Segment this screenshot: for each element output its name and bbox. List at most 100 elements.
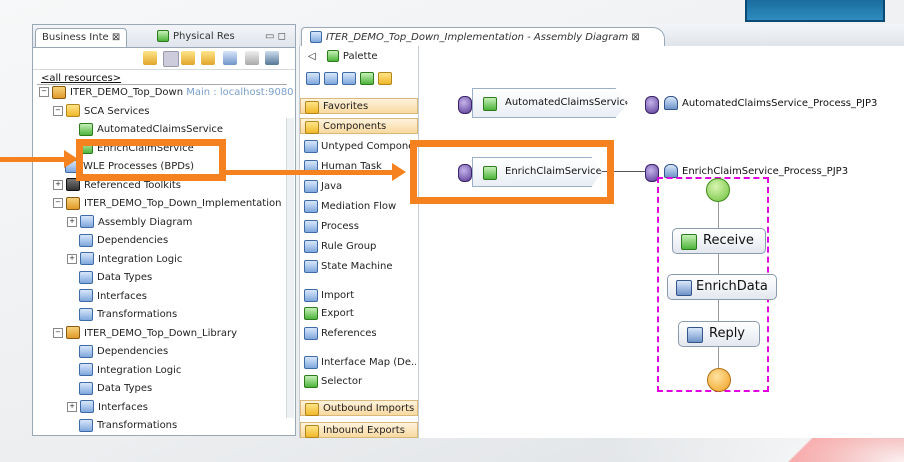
palette-drawer[interactable]: Inbound Exports (300, 422, 418, 438)
tree-item[interactable]: Integration Logic (67, 363, 181, 379)
expand-icon[interactable]: + (67, 253, 77, 264)
zoom-in-icon[interactable] (324, 72, 338, 85)
palette-item[interactable]: State Machine (304, 259, 416, 275)
tree-item[interactable]: + Interfaces (67, 400, 148, 416)
tree-item[interactable]: − ITER_DEMO_Top_Down Main : localhost:908… (39, 85, 294, 101)
tree-item[interactable]: AutomatedClaimsService (67, 122, 223, 138)
tree-scrollbar[interactable] (286, 118, 294, 418)
palette-drawer[interactable]: Favorites (300, 98, 418, 114)
palette-drawer[interactable]: Components (300, 118, 418, 134)
highlight-arrow-left (0, 157, 66, 162)
new-folder-icon[interactable] (143, 51, 157, 65)
tree-item[interactable]: − ITER_DEMO_Top_Down_Library (53, 326, 237, 342)
tree-item[interactable]: Dependencies (67, 344, 168, 360)
component-automated-claims-service[interactable]: AutomatedClaimsService (472, 88, 628, 118)
palette-collapse-icon[interactable]: ◁ (308, 51, 316, 62)
tree-item-label: Data Types (97, 272, 153, 283)
tab-business-integration[interactable]: Business Inte ⊠ (35, 28, 128, 47)
tree-item[interactable]: Interfaces (67, 289, 147, 305)
tree-item-label: Interfaces (98, 401, 148, 413)
collapse-all-icon[interactable] (245, 51, 259, 65)
resources-filter-label[interactable]: <all resources> (41, 73, 121, 84)
view-min-max-controls[interactable]: ▭ ◻ (259, 28, 292, 46)
tab-assembly-diagram[interactable]: ITER_DEMO_Top_Down_Implementation - Asse… (301, 27, 665, 47)
tree-item-label: Transformations (97, 309, 178, 320)
wire-tool-icon[interactable] (360, 72, 374, 85)
tree-item[interactable]: − SCA Services (53, 104, 150, 120)
tree-item[interactable]: Transformations (67, 418, 177, 434)
palette-item[interactable]: Java (304, 179, 416, 195)
palette-item-icon (304, 219, 318, 233)
activity-reply[interactable]: Reply (678, 321, 760, 347)
blue-node-icon (79, 344, 93, 358)
filter-icon[interactable] (181, 51, 195, 65)
palette-item-icon (304, 139, 318, 153)
start-event[interactable] (706, 178, 730, 202)
tree-item-label: Integration Logic (98, 253, 183, 265)
show-folders-icon[interactable] (201, 51, 215, 65)
tree-item[interactable]: Data Types (67, 381, 152, 397)
interface-icon[interactable] (458, 96, 472, 114)
tab-physical-resources[interactable]: Physical Res (151, 28, 241, 46)
tree-item-label: Referenced Toolkits (84, 179, 182, 191)
blue-node-icon (79, 418, 93, 432)
tree-item[interactable]: + Assembly Diagram (67, 215, 192, 231)
palette-item[interactable]: Untyped Component (304, 139, 416, 155)
zoom-out-icon[interactable] (342, 72, 356, 85)
blue-node-icon (79, 233, 93, 247)
tree-item-label: AutomatedClaimsService (97, 124, 224, 135)
collapse-icon[interactable]: − (53, 327, 63, 338)
physical-resources-icon (157, 30, 169, 42)
proj-node-icon (66, 196, 80, 210)
collapse-icon[interactable]: − (53, 105, 63, 116)
end-event[interactable] (707, 368, 731, 392)
palette-item[interactable]: Mediation Flow (304, 199, 416, 215)
collapse-icon[interactable]: − (53, 198, 63, 208)
activity-enrich-data[interactable]: EnrichData (667, 274, 777, 300)
palette-item[interactable]: Import (304, 288, 416, 304)
tree-item[interactable]: Dependencies (67, 233, 168, 249)
blue-node-icon (79, 307, 93, 321)
drawer-folder-icon (305, 425, 319, 438)
highlight-tree-item (76, 139, 226, 181)
palette-item[interactable]: Rule Group (304, 239, 416, 255)
blue-node-icon (80, 252, 94, 265)
select-tool-icon[interactable] (306, 72, 320, 85)
component-icon (483, 97, 497, 111)
activity-receive[interactable]: Receive (672, 228, 766, 254)
collapse-icon[interactable]: − (39, 87, 49, 97)
palette-item[interactable]: Selector (304, 374, 416, 390)
tree-item[interactable]: + Integration Logic (67, 252, 182, 268)
tree-item[interactable]: − ITER_DEMO_Top_Down_Implementation (53, 196, 281, 212)
palette-header[interactable]: ◁ Palette (300, 46, 418, 68)
export-automated-claims-process[interactable]: AutomatedClaimsService_Process_PJP3 (664, 96, 877, 112)
sync-icon[interactable] (223, 51, 237, 65)
expand-icon[interactable]: + (67, 401, 77, 412)
highlight-component (410, 140, 614, 204)
activity-label: Reply (709, 326, 746, 341)
blue-node-icon (80, 215, 94, 228)
palette-item[interactable]: References (304, 326, 416, 342)
palette-drawer-label: Outbound Imports (323, 403, 415, 414)
interface-icon[interactable] (645, 96, 659, 114)
assembly-diagram-icon (310, 31, 322, 43)
view-tabs: Business Inte ⊠ Physical Res ▭ ◻ (33, 25, 295, 48)
tab-assembly-diagram-label: ITER_DEMO_Top_Down_Implementation - Asse… (326, 32, 640, 43)
note-tool-icon[interactable] (378, 72, 392, 85)
business-integration-view: Business Inte ⊠ Physical Res ▭ ◻ <all re… (32, 24, 296, 436)
palette-item[interactable]: Export (304, 306, 416, 322)
expand-icon[interactable]: + (53, 179, 63, 190)
snippet-icon (676, 280, 692, 296)
palette-item-label: Import (321, 290, 355, 301)
palette: ◁ Palette Favorites Components Outbound Im… (299, 46, 419, 438)
blue-node-icon (79, 289, 93, 302)
link-editor-icon[interactable] (265, 51, 279, 65)
palette-item[interactable]: Process (304, 219, 416, 235)
tree-item-label: ITER_DEMO_Top_Down_Implementation (84, 198, 282, 209)
expand-icon[interactable]: + (67, 216, 77, 227)
palette-item[interactable]: Interface Map (De... (304, 355, 416, 371)
palette-drawer[interactable]: Outbound Imports (300, 400, 418, 416)
tree-item[interactable]: Transformations (67, 307, 177, 323)
process-export-icon (664, 96, 678, 110)
tree-item[interactable]: Data Types (67, 270, 152, 286)
